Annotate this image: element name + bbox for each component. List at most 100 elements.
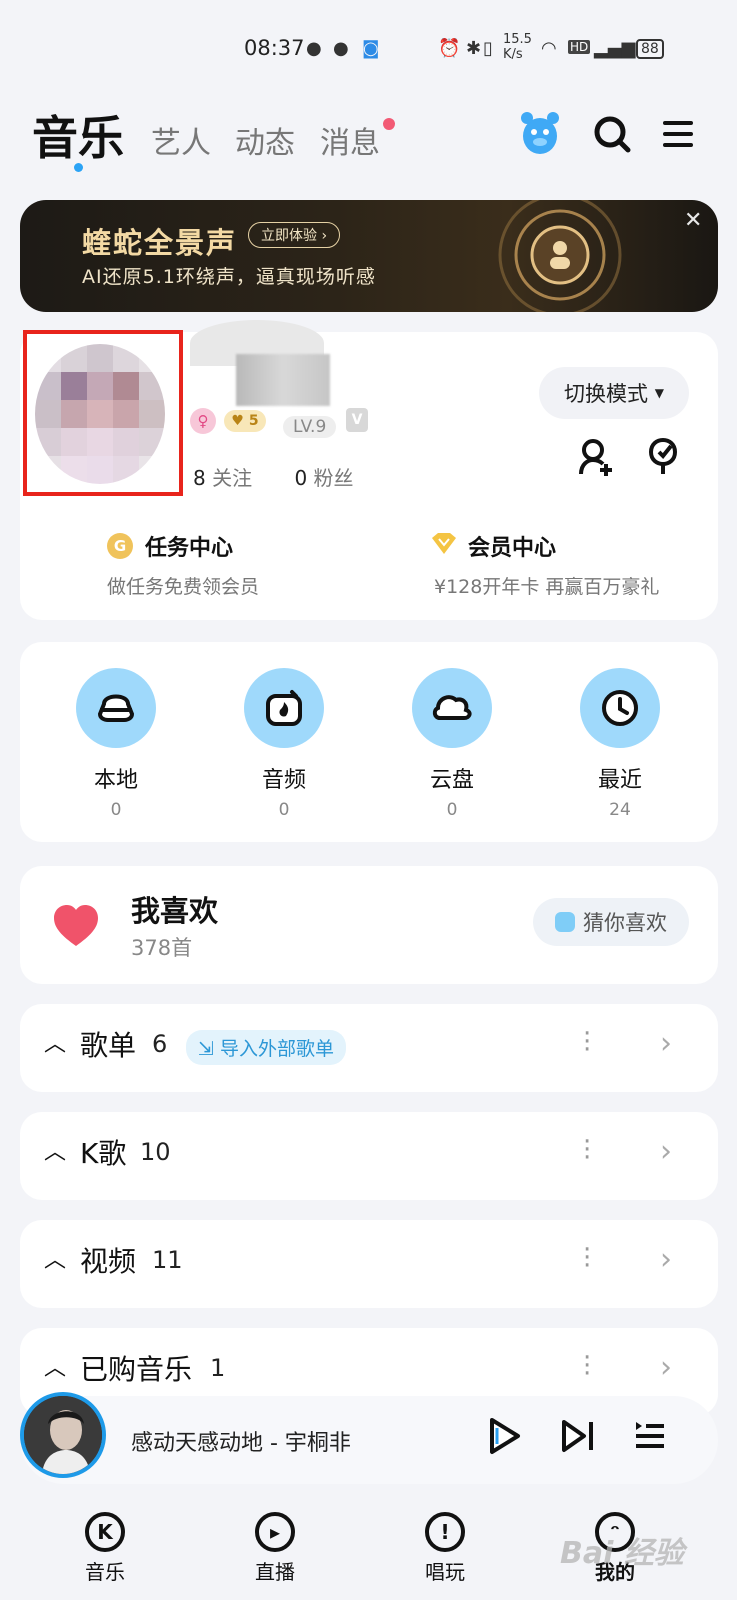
- quick-label: 本地: [93, 768, 138, 793]
- quick-count: 0: [278, 800, 290, 820]
- row-title: 歌单: [80, 1029, 137, 1062]
- verified-icon: V: [346, 408, 368, 432]
- wechat-icon: ●: [306, 38, 322, 59]
- message-icon: ●: [333, 38, 349, 59]
- nav-music[interactable]: K 音乐: [50, 1512, 160, 1585]
- chevron-right-icon[interactable]: ›: [660, 1350, 672, 1385]
- username-blurred: [236, 354, 330, 406]
- music-k-icon: K: [85, 1512, 125, 1552]
- task-coin-icon: G: [107, 533, 133, 559]
- sing-icon: !: [425, 1512, 465, 1552]
- wifi-icon: ◠: [541, 38, 557, 59]
- heart-icon: [52, 904, 100, 948]
- banner-try-button[interactable]: 立即体验 ›: [248, 222, 341, 248]
- play-icon[interactable]: [486, 1416, 522, 1456]
- quick-audio[interactable]: 音频 0: [224, 668, 344, 820]
- switch-mode-button[interactable]: 切换模式 ▼: [539, 367, 689, 419]
- nav-sing[interactable]: ! 唱玩: [390, 1512, 500, 1585]
- message-badge-dot: [383, 118, 395, 130]
- level-badge[interactable]: LV.9: [283, 416, 337, 438]
- fans-label: 粉丝: [313, 466, 354, 490]
- status-time: 08:37: [244, 36, 305, 60]
- tab-feed[interactable]: 动态: [235, 118, 295, 162]
- quick-local[interactable]: 本地 0: [56, 668, 176, 820]
- active-tab-indicator: [74, 163, 83, 172]
- row-title: 视频: [80, 1245, 137, 1278]
- banner-title: 蝰蛇全景声: [82, 226, 238, 260]
- quick-cloud[interactable]: 云盘 0: [392, 668, 512, 820]
- avatar[interactable]: [35, 344, 165, 484]
- mic-check-icon[interactable]: [645, 437, 683, 478]
- hd-icon: HD: [568, 40, 591, 54]
- quick-recent[interactable]: 最近 24: [560, 668, 680, 820]
- collapse-caret-icon[interactable]: ︿: [44, 1242, 66, 1274]
- chevron-right-icon[interactable]: ›: [660, 1134, 672, 1169]
- cloud-icon: [412, 668, 492, 748]
- vip-center-subtitle[interactable]: ¥128开年卡 再赢百万豪礼: [434, 572, 659, 599]
- more-dots-icon[interactable]: · · ·: [583, 1345, 591, 1387]
- promo-banner[interactable]: 蝰蛇全景声 立即体验 › AI还原5.1环绕声，逼真现场听感 ✕: [20, 200, 718, 312]
- mini-player[interactable]: [20, 1396, 718, 1484]
- guess-icon: [555, 912, 575, 932]
- dropdown-caret-icon: ▼: [654, 386, 664, 400]
- row-count: 10: [140, 1138, 171, 1166]
- tab-artist[interactable]: 艺人: [151, 118, 211, 162]
- row-count: 11: [152, 1246, 183, 1274]
- surround-sound-icon: [490, 200, 630, 312]
- banner-close-icon[interactable]: ✕: [684, 208, 702, 233]
- row-count: 6: [152, 1030, 168, 1058]
- album-cover[interactable]: [20, 1392, 106, 1478]
- search-icon[interactable]: [592, 114, 632, 154]
- tab-music[interactable]: 音乐: [32, 102, 124, 168]
- clock-icon: [580, 668, 660, 748]
- nav-live[interactable]: ▸ 直播: [220, 1512, 330, 1585]
- quick-count: 24: [609, 800, 631, 820]
- banner-subtitle: AI还原5.1环绕声，逼真现场听感: [82, 266, 376, 288]
- live-icon: ▸: [255, 1512, 295, 1552]
- task-center-subtitle[interactable]: 做任务免费领会员: [107, 572, 259, 599]
- quick-count: 0: [446, 800, 458, 820]
- guess-you-like-button[interactable]: 猜你喜欢: [533, 898, 689, 946]
- net-speed: 15.5 K/s: [503, 32, 532, 62]
- following-count: 8: [193, 466, 206, 490]
- more-dots-icon[interactable]: · · ·: [583, 1237, 591, 1279]
- now-playing-title: 感动天感动地 - 宇桐非: [131, 1431, 351, 1456]
- follow-stats[interactable]: 8 关注 0 粉丝: [193, 462, 354, 491]
- favorite-title: 我喜欢: [131, 894, 219, 928]
- battery-icon: 88: [636, 39, 664, 59]
- favorite-count: 378首: [131, 936, 193, 960]
- app-icon: ◙: [362, 38, 380, 59]
- import-playlist-button[interactable]: ⇲ 导入外部歌单: [186, 1030, 346, 1065]
- quick-label: 云盘: [429, 768, 474, 793]
- collapse-caret-icon[interactable]: ︿: [44, 1350, 66, 1382]
- diamond-icon: [430, 532, 458, 556]
- alarm-icon: ⏰: [438, 38, 461, 59]
- vibrate-icon: ▯: [483, 38, 493, 59]
- tab-messages[interactable]: 消息: [320, 118, 380, 162]
- chevron-right-icon[interactable]: ›: [660, 1242, 672, 1277]
- menu-icon[interactable]: [661, 119, 695, 149]
- row-title: K歌: [80, 1137, 127, 1170]
- mascot-icon[interactable]: [519, 108, 561, 156]
- add-friend-icon[interactable]: [578, 438, 614, 478]
- audio-icon: [244, 668, 324, 748]
- local-icon: [76, 668, 156, 748]
- task-center-title[interactable]: 任务中心: [145, 530, 233, 562]
- fans-count: 0: [294, 466, 308, 490]
- collapse-caret-icon[interactable]: ︿: [44, 1026, 66, 1058]
- vip-badge[interactable]: ♥ 5: [224, 410, 266, 432]
- playlist-queue-icon[interactable]: [634, 1418, 666, 1452]
- watermark: Bai 经验: [560, 1536, 684, 1571]
- quick-label: 音频: [261, 768, 306, 793]
- row-title: 已购音乐: [80, 1353, 193, 1386]
- chevron-right-icon[interactable]: ›: [660, 1026, 672, 1061]
- bluetooth-icon: ✱: [466, 38, 482, 59]
- quick-count: 0: [110, 800, 122, 820]
- more-dots-icon[interactable]: · · ·: [583, 1129, 591, 1171]
- more-dots-icon[interactable]: · · ·: [583, 1021, 591, 1063]
- vip-center-title[interactable]: 会员中心: [468, 530, 556, 562]
- next-track-icon[interactable]: [560, 1418, 596, 1454]
- gender-female-icon: ♀: [190, 408, 216, 434]
- row-count: 1: [210, 1354, 226, 1382]
- collapse-caret-icon[interactable]: ︿: [44, 1134, 66, 1166]
